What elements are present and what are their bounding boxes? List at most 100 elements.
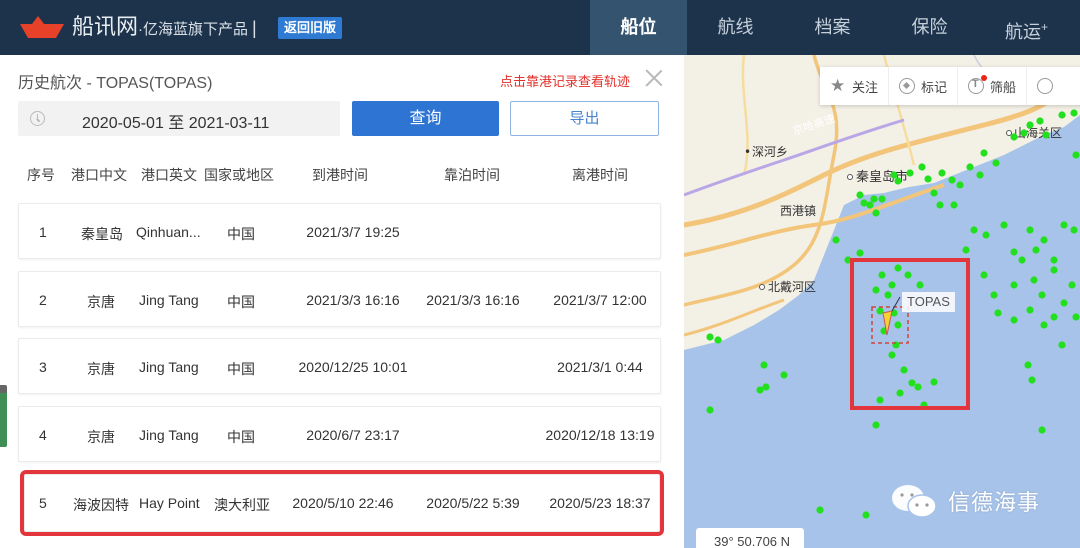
ship-dot[interactable] [948,176,956,184]
ship-dot[interactable] [706,406,714,414]
ship-dot[interactable] [762,383,770,391]
ship-name-label[interactable]: TOPAS [902,292,955,312]
ship-dot[interactable] [856,249,864,257]
ship-dot[interactable] [1010,133,1018,141]
ship-dot[interactable] [884,291,892,299]
ship-dot[interactable] [950,201,958,209]
ship-dot[interactable] [1010,248,1018,256]
table-row-highlighted[interactable]: 5 海波因特 Hay Point 澳大利亚 2020/5/10 22:46 20… [20,470,664,536]
ship-dot[interactable] [890,171,898,179]
ship-dot[interactable] [856,191,864,199]
boat-logo-icon[interactable] [18,14,66,40]
ship-dot[interactable] [1010,281,1018,289]
ship-dot[interactable] [1026,306,1034,314]
ship-dot[interactable] [894,264,902,272]
mark-button[interactable]: 标记 [889,67,959,105]
ship-dot[interactable] [1050,256,1058,264]
map-view[interactable]: • 深河乡 京哈高速 秦皇岛市 西港镇 北戴河区 山海关区 ★关注 标记 筛船 … [684,55,1080,548]
ship-dot[interactable] [1058,341,1066,349]
ship-dot[interactable] [878,271,886,279]
ship-dot[interactable] [1040,236,1048,244]
ship-dot[interactable] [900,366,908,374]
ship-dot[interactable] [1000,221,1008,229]
ship-dot[interactable] [930,189,938,197]
filter-ships-button[interactable]: 筛船 [958,67,1028,105]
ship-dot[interactable] [1050,266,1058,274]
ship-dot[interactable] [914,383,922,391]
ship-dot[interactable] [832,236,840,244]
ship-dot[interactable] [896,389,904,397]
ship-dot[interactable] [1018,256,1026,264]
table-row[interactable]: 3 京唐 Jing Tang 中国 2020/12/25 10:01 2021/… [18,338,661,394]
ship-dot[interactable] [714,336,722,344]
close-icon[interactable] [643,67,665,89]
ship-dot[interactable] [976,171,984,179]
ship-dot[interactable] [938,169,946,177]
ship-dot[interactable] [1072,313,1080,321]
date-range-input[interactable]: 2020-05-01 至 2021-03-11 [18,101,340,136]
ship-dot[interactable] [888,351,896,359]
ship-dot[interactable] [888,281,896,289]
ship-dot[interactable] [1026,226,1034,234]
ship-dot[interactable] [706,333,714,341]
ship-dot[interactable] [1026,121,1034,129]
ship-dot[interactable] [1020,129,1028,137]
ship-dot[interactable] [918,163,926,171]
ship-dot[interactable] [1024,361,1032,369]
table-row[interactable]: 4 京唐 Jing Tang 中国 2020/6/7 23:17 2020/12… [18,406,661,462]
ship-dot[interactable] [1040,321,1048,329]
ship-dot[interactable] [1036,117,1044,125]
ship-dot[interactable] [956,181,964,189]
ship-dot[interactable] [816,506,824,514]
ship-dot[interactable] [930,378,938,386]
ship-dot[interactable] [924,175,932,183]
ship-dot[interactable] [908,379,916,387]
ship-dot[interactable] [1070,226,1078,234]
ship-dot[interactable] [1058,111,1066,119]
ship-dot[interactable] [876,307,884,315]
ship-dot[interactable] [966,163,974,171]
ship-dot[interactable] [1042,131,1050,139]
ship-dot[interactable] [872,421,880,429]
ship-dot[interactable] [980,149,988,157]
ship-dot[interactable] [982,231,990,239]
layers-button[interactable] [1027,67,1069,105]
ship-dot[interactable] [1060,221,1068,229]
return-old-version-button[interactable]: 返回旧版 [278,17,343,39]
ship-dot[interactable] [980,271,988,279]
ship-dot[interactable] [992,159,1000,167]
nav-archive[interactable]: 档案 [784,0,881,55]
nav-ship-position[interactable]: 船位 [590,0,687,55]
export-button[interactable]: 导出 [510,101,659,136]
ship-dot[interactable] [1030,276,1038,284]
side-drawer-handle[interactable] [0,385,7,447]
query-button[interactable]: 查询 [352,101,499,136]
ship-dot[interactable] [894,321,902,329]
ship-dot[interactable] [878,195,886,203]
ship-dot[interactable] [872,209,880,217]
nav-shipping-plus[interactable]: 航运+ [978,0,1075,55]
ship-dot[interactable] [1068,281,1076,289]
ship-dot[interactable] [872,286,880,294]
ship-dot[interactable] [994,309,1002,317]
ship-dot[interactable] [1038,291,1046,299]
ship-dot[interactable] [1038,426,1046,434]
table-row[interactable]: 1 秦皇岛 Qinhuan... 中国 2021/3/7 19:25 [18,203,661,259]
table-row[interactable]: 2 京唐 Jing Tang 中国 2021/3/3 16:16 2021/3/… [18,271,661,327]
ship-dot[interactable] [906,169,914,177]
nav-route[interactable]: 航线 [687,0,784,55]
ship-dot[interactable] [970,226,978,234]
ship-dot[interactable] [1070,109,1078,117]
ship-dot[interactable] [1010,316,1018,324]
ship-dot[interactable] [894,177,902,185]
ship-dot[interactable] [1060,299,1068,307]
ship-dot[interactable] [876,396,884,404]
ship-dot[interactable] [760,361,768,369]
ship-dot[interactable] [962,246,970,254]
ship-dot[interactable] [780,371,788,379]
ship-dot[interactable] [866,201,874,209]
ship-dot[interactable] [990,291,998,299]
ship-dot[interactable] [1032,246,1040,254]
ship-dot[interactable] [936,201,944,209]
ship-dot[interactable] [1028,376,1036,384]
